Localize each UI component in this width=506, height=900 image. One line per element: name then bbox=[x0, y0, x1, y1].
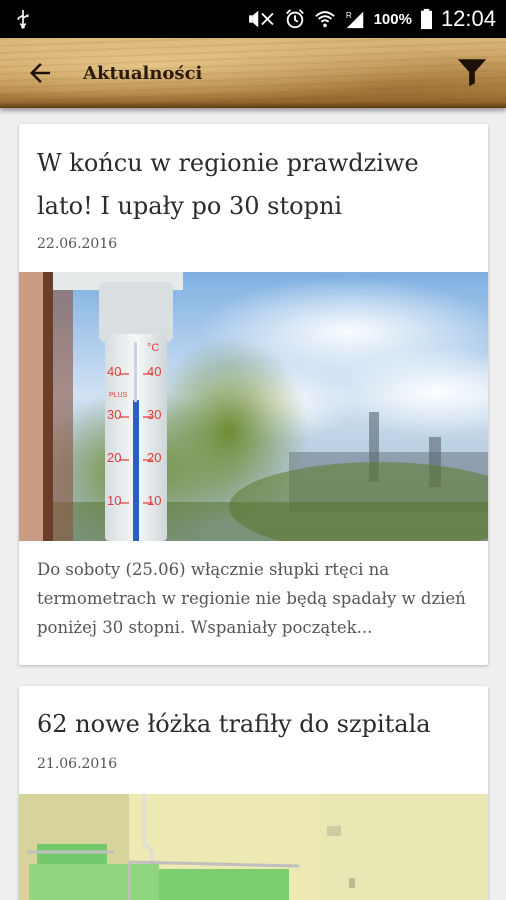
mute-icon bbox=[248, 10, 274, 28]
filter-button[interactable] bbox=[452, 52, 492, 92]
article-date: 21.06.2016 bbox=[37, 756, 118, 772]
battery-icon bbox=[420, 8, 432, 30]
wifi-icon bbox=[314, 11, 335, 28]
scale-label-10: 10 bbox=[147, 493, 162, 508]
thermometer-image bbox=[19, 272, 488, 541]
thermometer-scale: 40 40 30 30 20 20 10 10 °C PLUS bbox=[107, 342, 173, 534]
scale-label-40: 40 bbox=[107, 364, 122, 379]
back-button[interactable] bbox=[17, 50, 63, 96]
filter-icon bbox=[457, 59, 487, 87]
signal-icon: R bbox=[345, 11, 363, 29]
status-bar: R 100% 12:04 bbox=[0, 0, 506, 38]
clock: 12:04 bbox=[440, 6, 496, 31]
arrow-back-icon bbox=[30, 63, 50, 83]
scale-label-10: 10 bbox=[107, 493, 122, 508]
scale-unit: °C bbox=[147, 342, 160, 354]
article-title[interactable]: W końcu w regionie prawdziwe lato! I upa… bbox=[19, 124, 488, 228]
page-title: Aktualności bbox=[83, 62, 203, 84]
scale-brand: PLUS bbox=[109, 392, 128, 399]
battery-percentage: 100% bbox=[373, 10, 412, 28]
scale-label-30: 30 bbox=[147, 407, 162, 422]
news-card[interactable]: 62 nowe łóżka trafiły do szpitala 21.06.… bbox=[19, 686, 488, 900]
article-excerpt: Do soboty (25.06) włącznie słupki rtęci … bbox=[37, 560, 466, 637]
alarm-icon bbox=[285, 9, 304, 29]
news-card[interactable]: W końcu w regionie prawdziwe lato! I upa… bbox=[19, 124, 488, 665]
svg-text:R: R bbox=[345, 11, 351, 20]
article-date: 22.06.2016 bbox=[37, 236, 118, 252]
news-feed: W końcu w regionie prawdziwe lato! I upa… bbox=[0, 108, 506, 900]
thermometer-photo[interactable]: 40 40 30 30 20 20 10 10 °C PLUS bbox=[19, 272, 488, 541]
usb-icon bbox=[17, 9, 29, 29]
app-bar: Aktualności bbox=[0, 38, 506, 108]
scale-label-30: 30 bbox=[107, 407, 122, 422]
scale-label-20: 20 bbox=[107, 450, 122, 465]
article-title[interactable]: 62 nowe łóżka trafiły do szpitala bbox=[19, 686, 488, 746]
scale-label-20: 20 bbox=[147, 450, 162, 465]
hospital-beds-photo[interactable] bbox=[19, 794, 488, 900]
scale-label-40: 40 bbox=[147, 364, 162, 379]
hospital-beds-image bbox=[19, 794, 488, 900]
